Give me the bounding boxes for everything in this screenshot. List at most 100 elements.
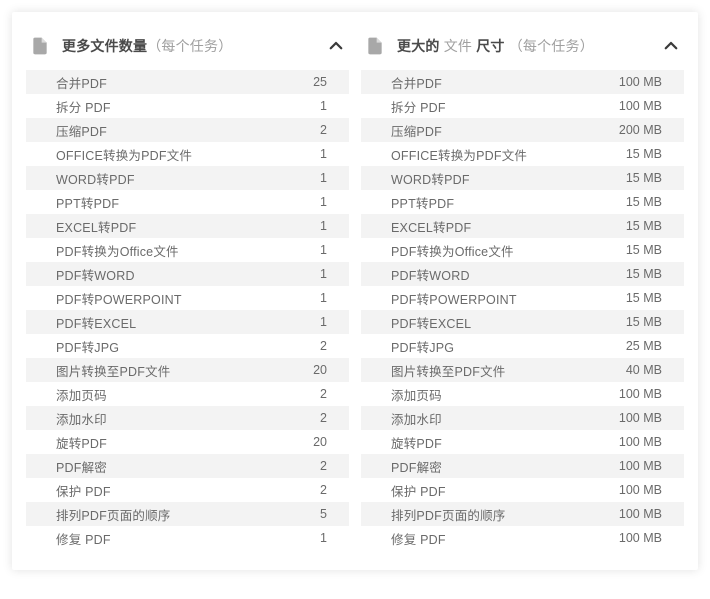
row-label: PDF解密 — [56, 457, 272, 476]
table-row: 添加页码2 — [26, 382, 349, 406]
table-row: 添加水印100 MB — [361, 406, 684, 430]
row-value: 100 MB — [607, 531, 662, 545]
row-label: 保护 PDF — [391, 481, 607, 500]
table-row: 保护 PDF100 MB — [361, 478, 684, 502]
row-label: EXCEL转PDF — [391, 217, 607, 236]
row-label: 添加页码 — [56, 385, 272, 404]
table-row: 拆分 PDF100 MB — [361, 94, 684, 118]
row-label: EXCEL转PDF — [56, 217, 272, 236]
row-value: 1 — [272, 315, 327, 329]
row-value: 100 MB — [607, 459, 662, 473]
table-row: 旋转PDF20 — [26, 430, 349, 454]
row-value: 20 — [272, 435, 327, 449]
row-label: PDF转POWERPOINT — [56, 289, 272, 308]
table-row: 合并PDF25 — [26, 70, 349, 94]
feature-comparison-container: 更多文件数量（每个任务） 合并PDF25拆分 PDF1压缩PDF2OFFICE转… — [12, 12, 698, 570]
row-value: 1 — [272, 147, 327, 161]
panel-header-file-size[interactable]: 更大的 文件 尺寸 （每个任务） — [361, 30, 684, 70]
row-value: 100 MB — [607, 387, 662, 401]
row-value: 100 MB — [607, 411, 662, 425]
row-label: 排列PDF页面的顺序 — [56, 505, 272, 524]
row-label: 添加页码 — [391, 385, 607, 404]
row-value: 100 MB — [607, 99, 662, 113]
row-label: 旋转PDF — [391, 433, 607, 452]
table-row: PPT转PDF15 MB — [361, 190, 684, 214]
table-row: 排列PDF页面的顺序5 — [26, 502, 349, 526]
panel-title-file-count: 更多文件数量（每个任务） — [62, 36, 327, 56]
row-value: 1 — [272, 171, 327, 185]
row-value: 1 — [272, 219, 327, 233]
row-label: PDF转POWERPOINT — [391, 289, 607, 308]
row-label: WORD转PDF — [56, 169, 272, 188]
table-row: PDF转POWERPOINT15 MB — [361, 286, 684, 310]
table-row: PDF转JPG2 — [26, 334, 349, 358]
row-label: PDF转WORD — [391, 265, 607, 284]
panel-file-size: 更大的 文件 尺寸 （每个任务） 合并PDF100 MB拆分 PDF100 MB… — [361, 30, 684, 550]
table-row: 压缩PDF2 — [26, 118, 349, 142]
row-value: 200 MB — [607, 123, 662, 137]
row-value: 25 MB — [607, 339, 662, 353]
file-icon — [30, 36, 50, 56]
row-label: OFFICE转换为PDF文件 — [56, 145, 272, 164]
rows-file-size: 合并PDF100 MB拆分 PDF100 MB压缩PDF200 MBOFFICE… — [361, 70, 684, 550]
row-label: PDF转JPG — [56, 337, 272, 356]
panel-header-file-count[interactable]: 更多文件数量（每个任务） — [26, 30, 349, 70]
table-row: PDF转EXCEL15 MB — [361, 310, 684, 334]
table-row: PDF转POWERPOINT1 — [26, 286, 349, 310]
row-label: 拆分 PDF — [56, 97, 272, 116]
row-label: 合并PDF — [56, 73, 272, 92]
panel-title-file-size: 更大的 文件 尺寸 （每个任务） — [397, 36, 662, 56]
table-row: 修复 PDF1 — [26, 526, 349, 550]
table-row: EXCEL转PDF1 — [26, 214, 349, 238]
row-label: 合并PDF — [391, 73, 607, 92]
table-row: PDF转WORD1 — [26, 262, 349, 286]
table-row: PPT转PDF1 — [26, 190, 349, 214]
table-row: PDF解密2 — [26, 454, 349, 478]
table-row: WORD转PDF15 MB — [361, 166, 684, 190]
table-row: PDF转换为Office文件15 MB — [361, 238, 684, 262]
table-row: EXCEL转PDF15 MB — [361, 214, 684, 238]
row-value: 15 MB — [607, 219, 662, 233]
row-value: 1 — [272, 99, 327, 113]
chevron-up-icon — [662, 37, 680, 55]
row-value: 20 — [272, 363, 327, 377]
table-row: 排列PDF页面的顺序100 MB — [361, 502, 684, 526]
file-icon — [365, 36, 385, 56]
row-value: 15 MB — [607, 291, 662, 305]
row-label: 添加水印 — [56, 409, 272, 428]
row-value: 100 MB — [607, 75, 662, 89]
table-row: 旋转PDF100 MB — [361, 430, 684, 454]
panel-file-count: 更多文件数量（每个任务） 合并PDF25拆分 PDF1压缩PDF2OFFICE转… — [26, 30, 349, 550]
row-label: 图片转换至PDF文件 — [391, 361, 607, 380]
row-label: PPT转PDF — [56, 193, 272, 212]
row-value: 1 — [272, 195, 327, 209]
table-row: 合并PDF100 MB — [361, 70, 684, 94]
row-value: 2 — [272, 411, 327, 425]
row-label: 压缩PDF — [391, 121, 607, 140]
table-row: PDF转WORD15 MB — [361, 262, 684, 286]
row-value: 25 — [272, 75, 327, 89]
row-label: PDF解密 — [391, 457, 607, 476]
table-row: OFFICE转换为PDF文件15 MB — [361, 142, 684, 166]
table-row: PDF转换为Office文件1 — [26, 238, 349, 262]
table-row: 保护 PDF2 — [26, 478, 349, 502]
table-row: 添加水印2 — [26, 406, 349, 430]
row-label: 添加水印 — [391, 409, 607, 428]
row-value: 100 MB — [607, 435, 662, 449]
row-value: 2 — [272, 483, 327, 497]
row-value: 15 MB — [607, 147, 662, 161]
table-row: 修复 PDF100 MB — [361, 526, 684, 550]
row-label: PPT转PDF — [391, 193, 607, 212]
row-label: PDF转换为Office文件 — [56, 241, 272, 260]
row-label: 保护 PDF — [56, 481, 272, 500]
row-value: 2 — [272, 339, 327, 353]
row-value: 5 — [272, 507, 327, 521]
row-label: PDF转换为Office文件 — [391, 241, 607, 260]
table-row: OFFICE转换为PDF文件1 — [26, 142, 349, 166]
row-label: 拆分 PDF — [391, 97, 607, 116]
row-value: 2 — [272, 459, 327, 473]
row-label: PDF转EXCEL — [391, 313, 607, 332]
rows-file-count: 合并PDF25拆分 PDF1压缩PDF2OFFICE转换为PDF文件1WORD转… — [26, 70, 349, 550]
row-value: 15 MB — [607, 171, 662, 185]
row-value: 15 MB — [607, 195, 662, 209]
